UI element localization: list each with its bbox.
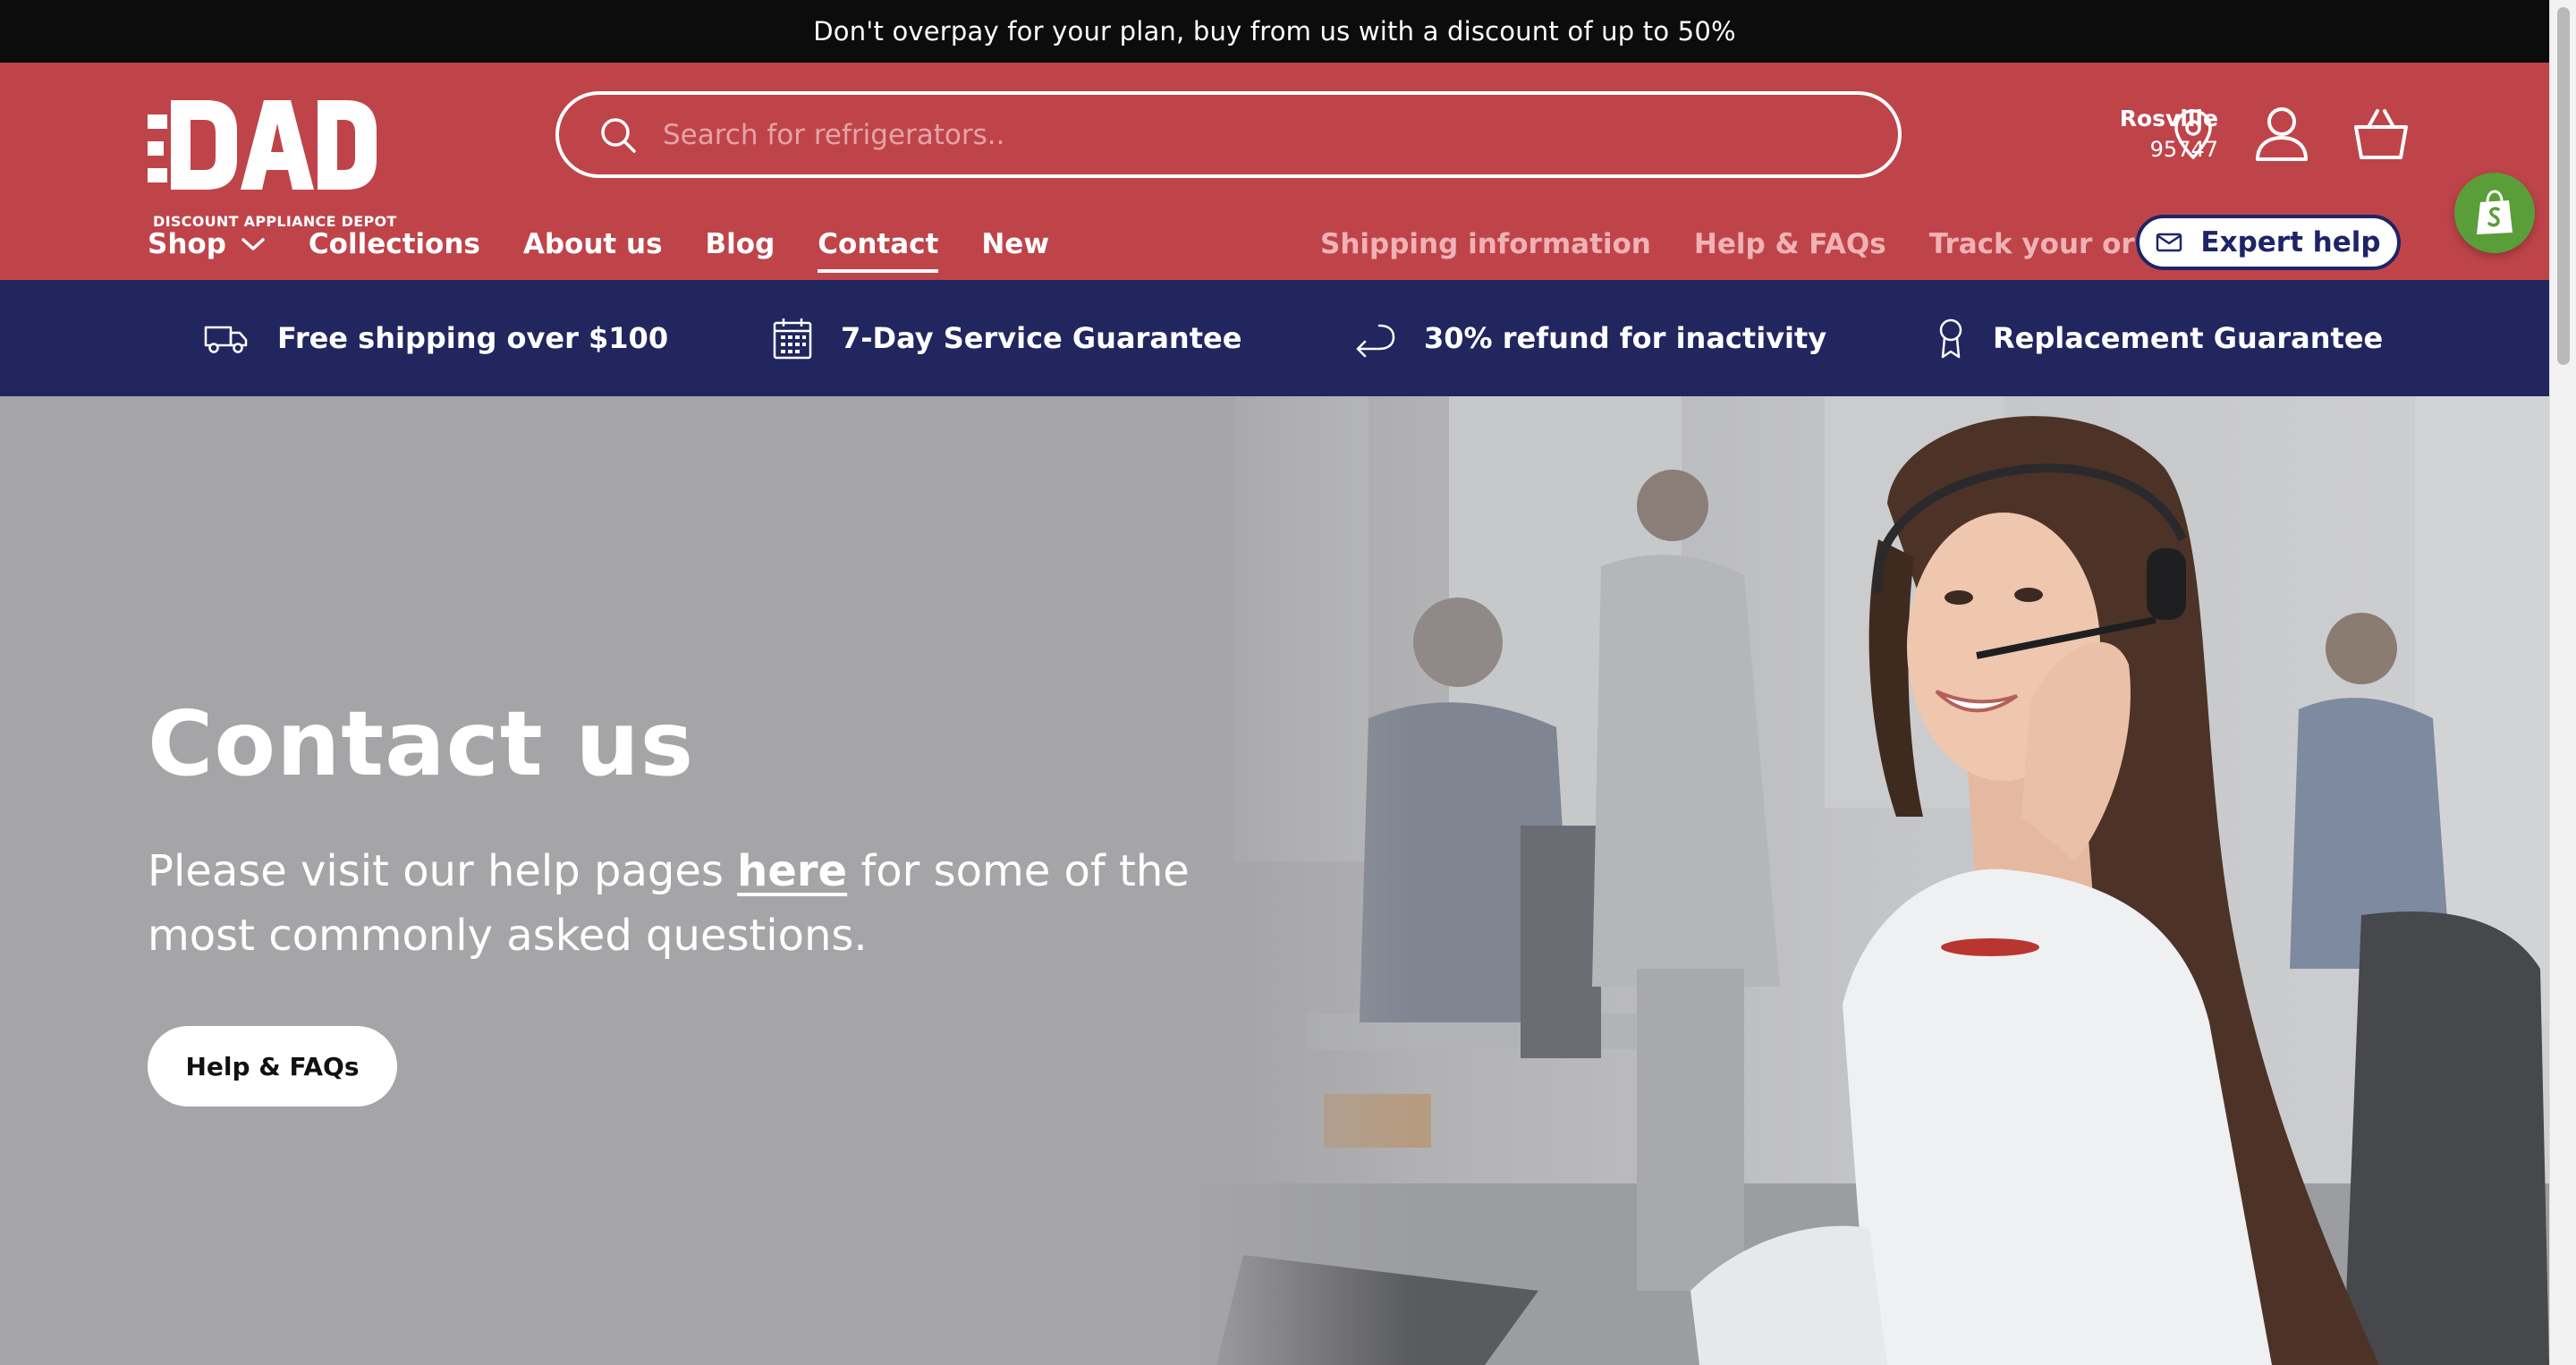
hero-text-before: Please visit our help pages [148,846,738,896]
logo[interactable]: DISCOUNT APPLIANCE DEPOT [148,95,396,230]
expert-help-button[interactable]: Expert help [2136,215,2401,270]
shopify-bag-icon [2477,190,2512,234]
page-title: Contact us [148,691,695,796]
usp-label: 30% refund for inactivity [1424,321,1827,355]
search-icon[interactable] [598,115,638,155]
shopify-chat-button[interactable] [2454,173,2535,253]
mail-icon [2157,233,2182,252]
hero-description: Please visit our help pages here for som… [148,839,1266,968]
primary-nav: Shop Collections About us Blog Contact N… [148,222,1092,273]
scrollbar[interactable] [2549,0,2576,1365]
logo-mark [148,100,377,190]
usp-label: Replacement Guarantee [1993,321,2384,355]
secondary-nav: Shipping information Help & FAQs Track y… [1320,222,2230,267]
nav-shipping-information[interactable]: Shipping information [1320,228,1651,260]
nav-new[interactable]: New [981,228,1049,260]
truck-icon [204,326,248,353]
basket-icon[interactable] [2352,107,2410,161]
help-faqs-button[interactable]: Help & FAQs [148,1026,397,1106]
site-header: DISCOUNT APPLIANCE DEPOT Rosville 95747 [0,63,2576,280]
usp-free-shipping: Free shipping over $100 [204,280,668,396]
help-pages-link[interactable]: here [737,846,847,896]
nav-shop-label: Shop [148,228,226,260]
announcement-bar: Don't overpay for your plan, buy from us… [0,0,2576,63]
usp-service-guarantee: 7-Day Service Guarantee [773,280,1241,396]
nav-help-faqs[interactable]: Help & FAQs [1694,228,1886,260]
contact-hero: Contact us Please visit our help pages h… [0,396,2576,1365]
nav-shop[interactable]: Shop [148,228,266,260]
return-arrow-icon [1356,324,1395,358]
search-bar[interactable] [555,91,1902,178]
chevron-down-icon [242,238,265,250]
nav-collections[interactable]: Collections [309,228,480,260]
usp-bar: Free shipping over $100 7-Day Service Gu… [0,280,2576,396]
calendar-icon [773,318,812,360]
map-pin-icon[interactable] [2172,107,2215,161]
usp-refund: 30% refund for inactivity [1352,280,1826,396]
account-icon[interactable] [2254,106,2309,163]
usp-label: 7-Day Service Guarantee [841,321,1242,355]
usp-replacement: Replacement Guarantee [1937,280,2383,396]
expert-help-label: Expert help [2200,226,2381,259]
page: Don't overpay for your plan, buy from us… [0,0,2576,1365]
scrollbar-thumb[interactable] [2557,7,2570,365]
nav-about-us[interactable]: About us [523,228,663,260]
usp-label: Free shipping over $100 [277,321,669,355]
nav-blog[interactable]: Blog [706,228,775,260]
nav-contact[interactable]: Contact [818,228,939,273]
award-ribbon-icon [1939,318,1962,359]
search-input[interactable] [661,107,1824,162]
announcement-text: Don't overpay for your plan, buy from us… [813,16,1736,47]
